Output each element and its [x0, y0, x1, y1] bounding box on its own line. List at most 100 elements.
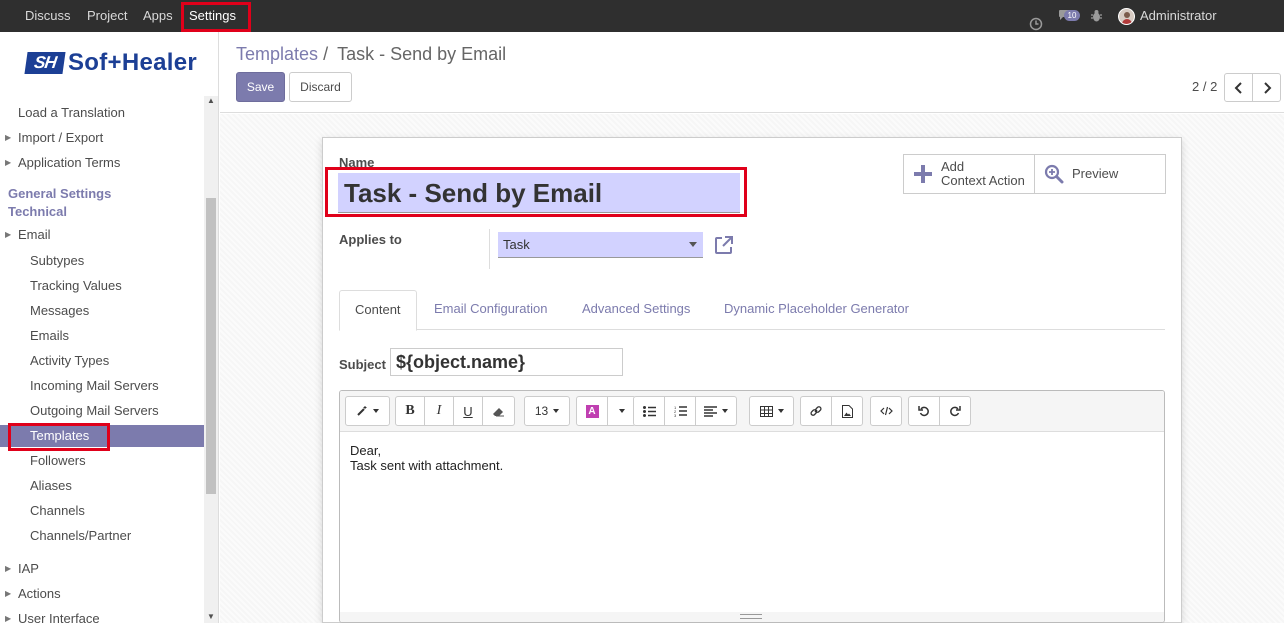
caret-right-icon: ▶ [5, 564, 12, 573]
resize-grip-icon[interactable] [740, 614, 762, 619]
scroll-up-icon[interactable]: ▲ [207, 96, 215, 105]
section-heading-general-settings[interactable]: General Settings [8, 186, 111, 201]
tab-dynamic-placeholder-generator[interactable]: Dynamic Placeholder Generator [709, 290, 924, 330]
code-icon [879, 406, 893, 416]
text-color-button[interactable]: A [576, 396, 608, 426]
italic-button[interactable]: I [424, 396, 454, 426]
underline-button[interactable]: U [453, 396, 483, 426]
breadcrumb-templates-link[interactable]: Templates [236, 44, 318, 64]
scrollbar-thumb[interactable] [206, 198, 216, 494]
logo-wordmark: Sof+Healer [68, 49, 198, 76]
add-context-action-text: Add Context Action [941, 160, 1025, 188]
sidebar-item-application-terms[interactable]: ▶ Application Terms [0, 152, 205, 174]
user-avatar[interactable] [1118, 8, 1135, 25]
tab-email-configuration[interactable]: Email Configuration [419, 290, 562, 330]
clear-format-button[interactable] [482, 396, 515, 426]
settings-highlight-box [181, 2, 251, 32]
undo-button[interactable] [908, 396, 940, 426]
text-color-dropdown[interactable] [607, 396, 636, 426]
sidebar-item-label: Actions [18, 586, 61, 601]
menu-apps[interactable]: Apps [143, 0, 173, 32]
caret-down-icon: ▶ [5, 230, 12, 239]
sidebar-item-messages[interactable]: Messages [0, 300, 205, 322]
menu-discuss[interactable]: Discuss [25, 0, 71, 32]
editor-toolbar: B I U 13 A 123 [340, 391, 1164, 432]
caret-right-icon: ▶ [5, 133, 12, 142]
sidebar-item-activity-types[interactable]: Activity Types [0, 350, 205, 372]
message-count-badge: 10 [1064, 10, 1080, 21]
bold-button[interactable]: B [395, 396, 425, 426]
add-context-action-line1: Add [941, 159, 965, 174]
preview-button[interactable]: Preview [1035, 155, 1165, 193]
caret-down-icon [722, 409, 728, 413]
sidebar-scrollbar[interactable]: ▲ ▼ [204, 96, 218, 623]
image-icon [841, 404, 853, 418]
sidebar-item-subtypes[interactable]: Subtypes [0, 250, 205, 272]
code-view-button[interactable] [870, 396, 902, 426]
insert-link-button[interactable] [800, 396, 832, 426]
editor-resize-bar[interactable] [340, 612, 1164, 622]
list-ul-icon [642, 405, 656, 417]
editor-body[interactable]: Dear, Task sent with attachment. [350, 443, 503, 473]
sidebar-item-label: User Interface [18, 611, 100, 623]
font-size-dropdown[interactable]: 13 [524, 396, 570, 426]
sidebar-item-emails[interactable]: Emails [0, 325, 205, 347]
bug-icon[interactable] [1090, 9, 1103, 23]
sidebar-item-label: IAP [18, 561, 39, 576]
tab-content[interactable]: Content [339, 290, 417, 331]
softhealer-logo: SH Sof+Healer [24, 49, 198, 76]
sidebar-item-clipped [0, 82, 205, 88]
unordered-list-button[interactable] [633, 396, 665, 426]
sidebar-item-user-interface[interactable]: ▶ User Interface [0, 608, 205, 623]
discard-button[interactable]: Discard [289, 72, 352, 102]
magic-wand-icon [357, 406, 367, 416]
section-heading-technical: Technical [8, 204, 68, 219]
insert-image-button[interactable] [831, 396, 863, 426]
breadcrumb-separator: / [323, 44, 329, 64]
sidebar-item-outgoing-mail-servers[interactable]: Outgoing Mail Servers [0, 400, 205, 422]
sidebar-item-tracking-values[interactable]: Tracking Values [0, 275, 205, 297]
sidebar-item-actions[interactable]: ▶ Actions [0, 583, 205, 605]
pager-previous-button[interactable] [1224, 73, 1253, 102]
zoom-in-icon [1044, 164, 1064, 184]
sidebar-item-channels-partner[interactable]: Channels/Partner [0, 525, 205, 547]
applies-to-select[interactable]: Task [498, 232, 703, 258]
add-context-action-button[interactable]: Add Context Action [904, 155, 1035, 193]
breadcrumb: Templates / Task - Send by Email [236, 44, 506, 65]
pager-next-button[interactable] [1252, 73, 1281, 102]
field-divider [489, 229, 490, 269]
breadcrumb-current: Task - Send by Email [337, 44, 507, 64]
sidebar-item-email[interactable]: ▶ Email [0, 224, 205, 246]
sidebar-item-followers[interactable]: Followers [0, 450, 205, 472]
caret-right-icon: ▶ [5, 589, 12, 598]
html-editor: B I U 13 A 123 Dear, Task sent with atta… [339, 390, 1165, 623]
notebook-tabs: Content Email Configuration Advanced Set… [339, 290, 1165, 331]
sidebar-item-import-export[interactable]: ▶ Import / Export [0, 127, 205, 149]
settings-sidebar: SH Sof+Healer Load a Translation ▶ Impor… [0, 32, 219, 623]
applies-to-label: Applies to [339, 232, 402, 247]
sidebar-item-iap[interactable]: ▶ IAP [0, 558, 205, 580]
sidebar-item-channels[interactable]: Channels [0, 500, 205, 522]
tab-advanced-settings[interactable]: Advanced Settings [567, 290, 705, 330]
add-context-action-line2: Context Action [941, 173, 1025, 188]
top-navbar: Discuss Project Apps Settings 10 Adminis… [0, 0, 1284, 55]
style-dropdown-button[interactable] [345, 396, 390, 426]
menu-project[interactable]: Project [87, 0, 127, 32]
sidebar-item-aliases[interactable]: Aliases [0, 475, 205, 497]
save-button[interactable]: Save [236, 72, 285, 102]
paragraph-align-dropdown[interactable] [695, 396, 737, 426]
redo-button[interactable] [939, 396, 971, 426]
external-link-icon[interactable] [713, 234, 735, 256]
sidebar-item-label: Load a Translation [18, 105, 125, 120]
sidebar-item-label: Application Terms [18, 155, 121, 170]
caret-down-icon [689, 242, 697, 247]
button-box: Add Context Action Preview [903, 154, 1166, 194]
sidebar-item-incoming-mail-servers[interactable]: Incoming Mail Servers [0, 375, 205, 397]
ordered-list-button[interactable]: 123 [664, 396, 696, 426]
user-menu[interactable]: Administrator (sh_email... [1140, 0, 1284, 55]
sidebar-item-load-translation[interactable]: Load a Translation [0, 102, 205, 124]
font-color-icon: A [585, 404, 599, 418]
table-dropdown-button[interactable] [749, 396, 794, 426]
subject-input[interactable]: ${object.name} [390, 348, 623, 376]
scroll-down-icon[interactable]: ▼ [207, 612, 215, 621]
